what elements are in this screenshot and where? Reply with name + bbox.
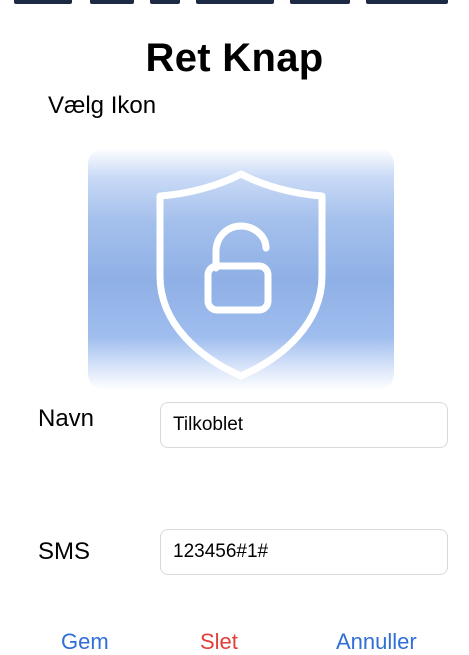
previous-screen-edge	[0, 0, 469, 10]
choose-icon-label: Vælg Ikon	[48, 92, 157, 119]
sms-label: SMS	[38, 538, 91, 565]
save-button[interactable]: Gem	[61, 629, 109, 655]
page-title: Ret Knap	[145, 36, 324, 80]
sms-input[interactable]	[160, 529, 448, 575]
name-input[interactable]	[160, 402, 448, 448]
delete-button[interactable]: Slet	[200, 629, 238, 655]
shield-unlocked-icon	[88, 148, 394, 390]
icon-picker[interactable]	[88, 148, 394, 390]
edit-button-screen: Ret Knap Vælg Ikon Navn SMS	[0, 0, 469, 655]
cancel-button[interactable]: Annuller	[336, 629, 417, 655]
name-label: Navn	[38, 405, 95, 432]
